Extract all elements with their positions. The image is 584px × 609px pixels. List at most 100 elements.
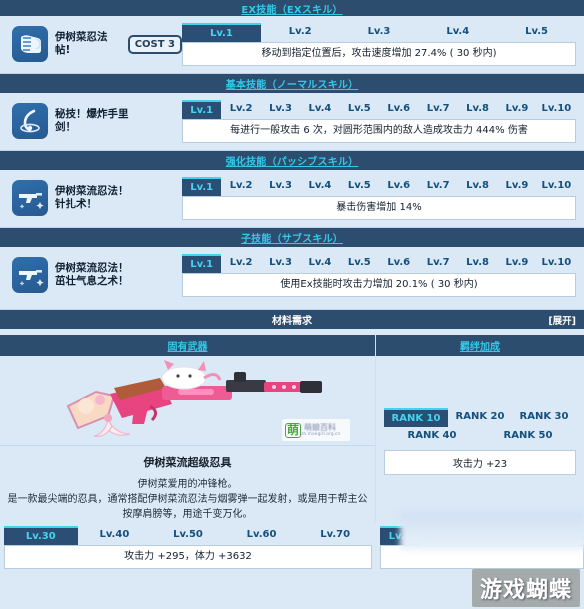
bond-stat-line: 攻击力 +23	[384, 450, 576, 475]
level-tab[interactable]: Lv.2	[221, 254, 260, 273]
blurred-region	[400, 512, 584, 550]
skill-levels-sub: Lv.1 Lv.2 Lv.3 Lv.4 Lv.5 Lv.6 Lv.7 Lv.8 …	[182, 254, 576, 297]
skill-levels-ex: Lv.1 Lv.2 Lv.3 Lv.4 Lv.5 移动到指定位置后，攻击速度增加…	[182, 23, 576, 66]
skill-description-passive: 暴击伤害增加 14%	[182, 196, 576, 220]
skill-name-sub: 伊树菜流忍法！茁壮气息之术！	[55, 262, 129, 287]
weapon-column-header: 固有武器	[0, 335, 375, 356]
level-tabs-sub: Lv.1 Lv.2 Lv.3 Lv.4 Lv.5 Lv.6 Lv.7 Lv.8 …	[182, 254, 576, 273]
level-tab[interactable]: Lv.9	[497, 254, 536, 273]
level-tab[interactable]: Lv.7	[418, 177, 457, 196]
gun-icon	[12, 180, 48, 216]
level-tab[interactable]: Lv.3	[340, 23, 419, 42]
level-tabs-passive: Lv.1 Lv.2 Lv.3 Lv.4 Lv.5 Lv.6 Lv.7 Lv.8 …	[182, 177, 576, 196]
rank-tab[interactable]: RANK 50	[480, 427, 576, 444]
level-tab[interactable]: Lv.8	[458, 100, 497, 119]
section-header-ex: EX技能（EXスキル）	[0, 0, 584, 16]
level-tab[interactable]: Lv.1	[182, 254, 222, 273]
character-detail-page: EX技能（EXスキル） 伊树菜忍法帖! COST 3 Lv.1 Lv.2 Lv.…	[0, 0, 584, 609]
level-tab[interactable]: Lv.5	[340, 177, 379, 196]
level-tab[interactable]: Lv.4	[300, 254, 339, 273]
level-tab[interactable]: Lv.1	[182, 100, 222, 119]
rank-tab[interactable]: RANK 40	[384, 427, 480, 444]
level-tab[interactable]: Lv.2	[221, 100, 260, 119]
level-tab[interactable]: Lv.5	[340, 100, 379, 119]
level-tab[interactable]: Lv.9	[497, 177, 536, 196]
section-title-jp-normal: （ノーマルスキル）	[266, 80, 359, 91]
skill-levels-passive: Lv.1 Lv.2 Lv.3 Lv.4 Lv.5 Lv.6 Lv.7 Lv.8 …	[182, 177, 576, 220]
level-tab[interactable]: Lv.6	[379, 100, 418, 119]
weapon-level-tab[interactable]: Lv.70	[298, 526, 372, 545]
skill-name-passive: 伊树菜流忍法！针扎术！	[55, 185, 129, 210]
level-tab[interactable]: Lv.7	[418, 100, 457, 119]
level-tab[interactable]: Lv.1	[182, 177, 222, 196]
skill-name-ex: 伊树菜忍法帖!	[55, 31, 108, 56]
skill-description-normal: 每进行一般攻击 6 次，对圆形范围内的敌人造成攻击力 444% 伤害	[182, 119, 576, 143]
level-tab[interactable]: Lv.10	[537, 254, 576, 273]
level-tab[interactable]: Lv.10	[537, 100, 576, 119]
bond-rank-tabs-row1: RANK 10 RANK 20 RANK 30	[384, 408, 576, 427]
rank-tab[interactable]: RANK 30	[512, 408, 576, 427]
moegirl-mark: 萌	[285, 422, 302, 438]
site-watermark: 游戏蝴蝶	[471, 569, 580, 607]
section-title-cn-normal: 基本技能	[225, 80, 267, 91]
weapon-description: 是一款最尖端的忍具，通常搭配伊树菜流忍法与烟雾弹一起发射，或是用于帮主公按摩肩膀…	[7, 494, 368, 520]
rank-tab[interactable]: RANK 10	[384, 408, 448, 427]
skill-row-ex: 伊树菜忍法帖! COST 3 Lv.1 Lv.2 Lv.3 Lv.4 Lv.5 …	[0, 16, 584, 74]
level-tab[interactable]: Lv.2	[261, 23, 340, 42]
cost-badge: COST 3	[127, 34, 182, 54]
level-tab[interactable]: Lv.3	[261, 100, 300, 119]
rank-tab[interactable]: RANK 20	[448, 408, 512, 427]
skill-row-normal: 秘技！爆炸手里剑！ Lv.1 Lv.2 Lv.3 Lv.4 Lv.5 Lv.6 …	[0, 93, 584, 151]
section-title-cn-ex: EX技能	[241, 4, 277, 16]
level-tab[interactable]: Lv.6	[379, 177, 418, 196]
level-tab[interactable]: Lv.4	[300, 100, 339, 119]
moegirl-watermark: 萌 萌娘百科 zh.moegirl.org.cn	[282, 419, 350, 441]
weapon-level-tab[interactable]: Lv.40	[78, 526, 152, 545]
skill-description-ex: 移动到指定位置后，攻击速度增加 27.4% ( 30 秒内)	[182, 42, 576, 66]
level-tab[interactable]: Lv.9	[497, 100, 536, 119]
level-tabs-normal: Lv.1 Lv.2 Lv.3 Lv.4 Lv.5 Lv.6 Lv.7 Lv.8 …	[182, 100, 576, 119]
skill-row-sub: 伊树菜流忍法！茁壮气息之术！ Lv.1 Lv.2 Lv.3 Lv.4 Lv.5 …	[0, 247, 584, 310]
level-tab[interactable]: Lv.8	[458, 177, 497, 196]
level-tab[interactable]: Lv.4	[418, 23, 497, 42]
weapon-stat-line: 攻击力 +295，体力 +3632	[4, 545, 372, 569]
skill-name-normal: 秘技！爆炸手里剑！	[55, 108, 129, 133]
level-tab[interactable]: Lv.8	[458, 254, 497, 273]
level-tab[interactable]: Lv.7	[418, 254, 457, 273]
bond-column-title: 羁绊加成	[460, 342, 500, 353]
skill-levels-normal: Lv.1 Lv.2 Lv.3 Lv.4 Lv.5 Lv.6 Lv.7 Lv.8 …	[182, 100, 576, 143]
bond-rank-tabs-row2: RANK 40 RANK 50	[384, 427, 576, 444]
section-header-sub: 子技能（サブスキル）	[0, 228, 584, 247]
weapon-level-left: Lv.30 Lv.40 Lv.50 Lv.60 Lv.70 攻击力 +295，体…	[0, 526, 376, 569]
moegirl-name: 萌娘百科	[304, 422, 337, 432]
section-title-cn-passive: 强化技能	[225, 157, 267, 168]
level-tab[interactable]: Lv.10	[537, 177, 576, 196]
material-requirement-bar[interactable]: 材料需求 [展开]	[0, 310, 584, 329]
section-header-normal: 基本技能（ノーマルスキル）	[0, 74, 584, 93]
level-tab[interactable]: Lv.4	[300, 177, 339, 196]
level-tab[interactable]: Lv.1	[182, 23, 261, 42]
section-title-jp-passive: （パッシブスキル）	[266, 157, 359, 168]
weapon-column-title: 固有武器	[167, 342, 208, 353]
shuriken-icon	[12, 103, 48, 139]
weapon-level-tab[interactable]: Lv.60	[225, 526, 299, 545]
section-title-cn-sub: 子技能	[240, 234, 272, 245]
level-tab[interactable]: Lv.3	[261, 177, 300, 196]
level-tabs-ex: Lv.1 Lv.2 Lv.3 Lv.4 Lv.5	[182, 23, 576, 42]
weapon-level-tabs: Lv.30 Lv.40 Lv.50 Lv.60 Lv.70	[4, 526, 372, 545]
skill-description-sub: 使用Ex技能时攻击力增加 20.1% ( 30 秒内)	[182, 273, 576, 297]
level-tab[interactable]: Lv.3	[261, 254, 300, 273]
weapon-name: 伊树菜流超级忍具	[143, 456, 232, 469]
level-tab[interactable]: Lv.2	[221, 177, 260, 196]
skill-identity-passive: 伊树菜流忍法！针扎术！	[12, 177, 182, 216]
weapon-level-tab[interactable]: Lv.50	[151, 526, 225, 545]
weapon-level-tab[interactable]: Lv.30	[4, 526, 78, 545]
weapon-subtitle: 伊树菜爱用的冲锋枪。	[137, 479, 238, 490]
skill-identity-sub: 伊树菜流忍法！茁壮气息之术！	[12, 254, 182, 293]
expand-link[interactable]: [展开]	[548, 313, 576, 327]
gun-icon	[12, 257, 48, 293]
material-title: 材料需求	[272, 316, 312, 327]
level-tab[interactable]: Lv.5	[497, 23, 576, 42]
level-tab[interactable]: Lv.6	[379, 254, 418, 273]
level-tab[interactable]: Lv.5	[340, 254, 379, 273]
